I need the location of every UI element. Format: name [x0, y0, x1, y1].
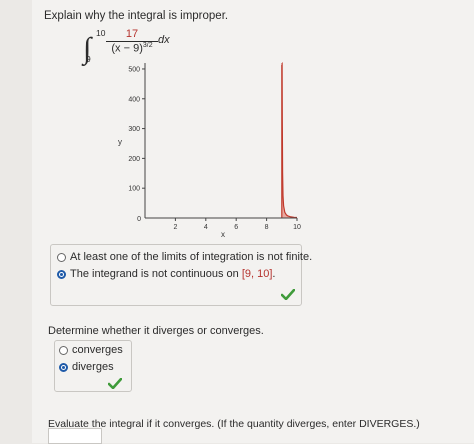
q1-option-2-radio[interactable] [57, 270, 66, 279]
q1-option-2-suffix: . [272, 268, 276, 280]
x-axis-label: x [221, 230, 225, 239]
y-axis-label: y [118, 138, 122, 147]
differential: dx [158, 34, 170, 46]
numerator: 17 [106, 28, 158, 42]
q1-option-2-text: The integrand is not continuous on [70, 268, 242, 280]
upper-limit: 10 [96, 28, 106, 38]
y-tick-label: 300 [128, 126, 140, 133]
question-3-prompt: Evaluate the integral if it converges. (… [48, 418, 420, 430]
x-tick-label: 2 [173, 224, 177, 231]
q1-correct-check-icon [281, 289, 295, 300]
lower-limit: 9 [86, 54, 91, 64]
question-2-prompt: Determine whether it diverges or converg… [48, 325, 264, 337]
y-tick-label: 400 [128, 96, 140, 103]
q2-option-diverges-label[interactable]: diverges [72, 361, 114, 373]
x-tick-label: 4 [204, 224, 208, 231]
denominator: (x − 9)3/2 [106, 42, 158, 55]
y-tick-label: 500 [128, 66, 140, 73]
q1-option-1-label[interactable]: At least one of the limits of integratio… [70, 251, 312, 263]
q2-option-converges-label[interactable]: converges [72, 344, 123, 356]
answer-input[interactable] [48, 428, 102, 444]
shaded-region [281, 63, 297, 218]
q2-correct-check-icon [108, 378, 122, 389]
y-tick-label: 200 [128, 156, 140, 163]
integrand-graph: 1002003004005002 4 6 8 100xy [118, 62, 301, 239]
x-tick-label: 10 [293, 224, 301, 231]
integrand-curve [281, 62, 298, 219]
y-tick-label: 100 [128, 186, 140, 193]
question-1-prompt: Explain why the integral is improper. [44, 10, 229, 22]
q1-option-2-label[interactable]: The integrand is not continuous on [9, 1… [70, 268, 275, 280]
origin-label: 0 [137, 216, 141, 223]
integrand-fraction: 17 (x − 9)3/2 [106, 28, 158, 55]
q1-option-1-radio[interactable] [57, 253, 66, 262]
q1-option-2-interval: [9, 10] [241, 268, 273, 280]
denominator-exponent: 3/2 [142, 42, 153, 49]
q2-option-converges-radio[interactable] [59, 346, 68, 355]
q2-option-diverges-radio[interactable] [59, 363, 68, 372]
x-tick-label: 6 [234, 224, 238, 231]
denominator-base: (x − 9) [111, 42, 143, 55]
x-tick-label: 8 [265, 224, 269, 231]
